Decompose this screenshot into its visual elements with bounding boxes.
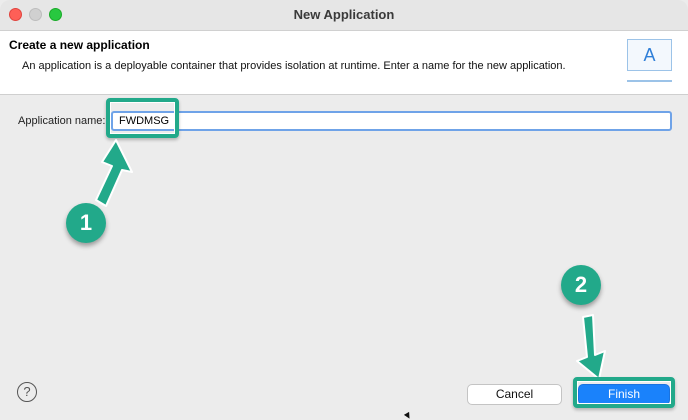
banner-icon-underline <box>627 80 672 82</box>
title-bar: New Application <box>0 0 688 31</box>
step2-badge: 2 <box>561 265 601 305</box>
step1-arrow-icon <box>95 139 133 207</box>
application-name-input[interactable] <box>111 111 672 131</box>
window-title: New Application <box>293 7 395 22</box>
mouse-cursor-icon <box>403 411 413 420</box>
step1-highlight-box <box>106 98 179 138</box>
application-name-label: Application name: <box>18 115 106 127</box>
step1-badge: 1 <box>66 203 106 243</box>
step2-highlight-box <box>573 377 675 408</box>
application-icon: A <box>627 39 672 71</box>
cancel-button[interactable]: Cancel <box>467 384 562 405</box>
wizard-banner: Create a new application An application … <box>0 31 688 95</box>
banner-title: Create a new application <box>9 38 150 52</box>
banner-description: An application is a deployable container… <box>22 60 566 72</box>
help-icon[interactable]: ? <box>17 382 37 402</box>
step2-arrow-icon <box>576 314 606 380</box>
new-application-dialog: New Application Create a new application… <box>0 0 688 420</box>
